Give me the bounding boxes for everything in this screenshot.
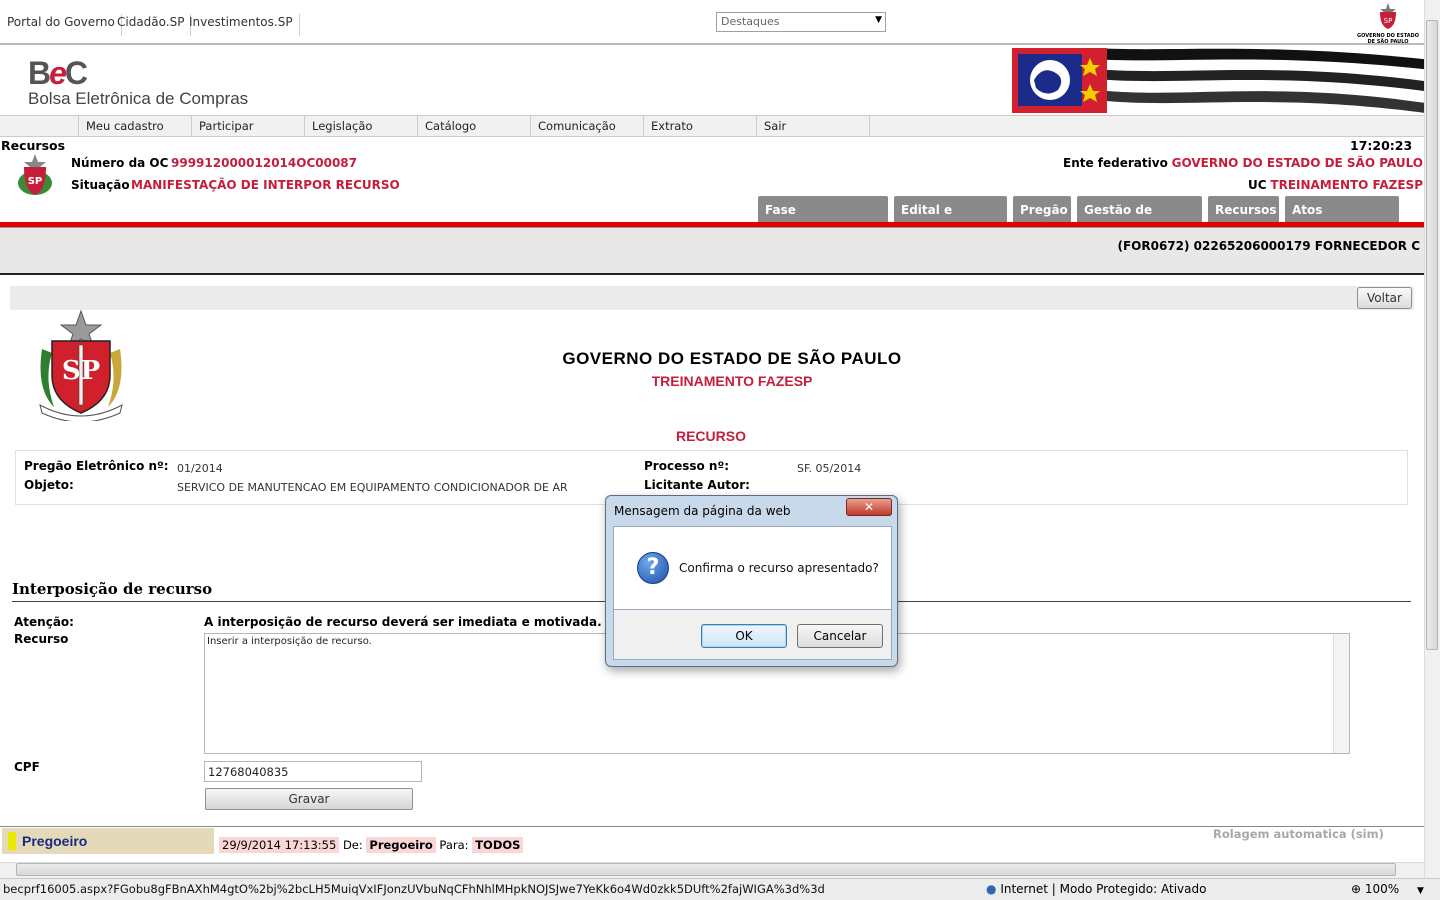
chat-timestamp: 29/9/2014 17:13:55 xyxy=(219,837,340,853)
portal-bar: Portal do Governo Cidadão.SP Investiment… xyxy=(0,0,1424,45)
menu-participar[interactable]: Participar xyxy=(191,116,304,137)
globe-icon: ● xyxy=(986,882,997,896)
ente-value: GOVERNO DO ESTADO DE SÃO PAULO xyxy=(1171,156,1423,170)
logo-b: B xyxy=(28,55,51,91)
svg-text:SP: SP xyxy=(28,176,43,187)
chat-de-value: Pregoeiro xyxy=(366,837,436,853)
chat-de-label: De: xyxy=(342,838,363,852)
menu-legislacao[interactable]: Legislação xyxy=(304,116,417,137)
sp-seal-icon: SP xyxy=(1380,3,1396,29)
gov-subtitle: TREINAMENTO FAZESP xyxy=(651,373,813,389)
tab-pregao[interactable]: Pregão xyxy=(1013,196,1071,222)
tab-fase-preparatoria[interactable]: Fase Preparatória xyxy=(758,196,888,245)
portal-link-cidadao[interactable]: Cidadão.SP xyxy=(117,14,192,36)
gov-logo-line2: DE SÃO PAULO xyxy=(1367,39,1409,45)
question-icon: ? xyxy=(637,552,669,584)
menu-sair[interactable]: Sair xyxy=(756,116,870,137)
gravar-button[interactable]: Gravar xyxy=(205,788,413,810)
objeto-value: SERVICO DE MANUTENCAO EM EQUIPAMENTO CON… xyxy=(177,481,568,494)
zoom-control[interactable]: ⊕ 100% ▼ xyxy=(1351,882,1424,896)
confirm-dialog: Mensagem da página da web ✕ ? Confirma o… xyxy=(605,495,898,667)
uc-label: UC xyxy=(1248,178,1267,192)
menu-extrato[interactable]: Extrato xyxy=(643,116,756,137)
user-bar: (FOR0672) 02265206000179 FORNECEDOR C xyxy=(0,227,1424,275)
atencao-value: A interposição de recurso deverá ser ime… xyxy=(204,615,602,629)
vertical-scroll-thumb[interactable] xyxy=(1426,20,1438,650)
ente-label: Ente federativo xyxy=(1063,156,1168,170)
horizontal-scroll-thumb[interactable] xyxy=(16,863,1396,876)
menu-meu-cadastro[interactable]: Meu cadastro xyxy=(78,116,191,137)
logo-e: e xyxy=(49,55,67,91)
cancel-button[interactable]: Cancelar xyxy=(797,624,883,648)
site-header: BeC Bolsa Eletrônica de Compras xyxy=(0,47,1424,115)
zoom-icon: ⊕ xyxy=(1351,882,1362,896)
dialog-title: Mensagem da página da web xyxy=(614,504,791,518)
menu-comunicacao[interactable]: Comunicação xyxy=(530,116,643,137)
processo-value: SF. 05/2014 xyxy=(797,462,862,475)
processo-label: Processo nº: xyxy=(644,459,730,473)
tab-recursos[interactable]: Recursos xyxy=(1208,196,1279,222)
portal-link-investimentos[interactable]: Investimentos.SP xyxy=(189,14,300,36)
destaques-select[interactable]: Destaques ▼ xyxy=(716,12,886,32)
section-title: Interposição de recurso xyxy=(12,580,213,598)
pregao-value: 01/2014 xyxy=(177,462,223,475)
security-zone: ● Internet | Modo Protegido: Ativado xyxy=(986,882,1206,896)
textarea-scrollbar[interactable] xyxy=(1333,634,1349,753)
cpf-label: CPF xyxy=(14,760,40,774)
status-indicator xyxy=(8,832,16,850)
tab-gestao-prazos[interactable]: Gestão de Prazos xyxy=(1077,196,1202,245)
main-menu: Meu cadastro Participar Legislação Catál… xyxy=(0,115,1424,137)
atencao-label: Atenção: xyxy=(14,615,74,629)
cpf-field[interactable]: 12768040835 xyxy=(204,761,422,782)
toolbar-strip xyxy=(10,286,1414,310)
objeto-label: Objeto: xyxy=(24,478,74,492)
licitante-label: Licitante Autor: xyxy=(644,478,750,492)
sp-seal-icon: SP xyxy=(16,153,54,197)
bec-logo[interactable]: BeC xyxy=(28,55,88,92)
recurso-label: Recurso xyxy=(14,632,69,646)
gov-title: GOVERNO DO ESTADO DE SÃO PAULO xyxy=(562,349,902,368)
portal-link-governo[interactable]: Portal do Governo xyxy=(7,14,122,36)
tab-atos-decisorios[interactable]: Atos Decisórios xyxy=(1285,196,1399,245)
menu-catalogo[interactable]: Catálogo xyxy=(417,116,530,137)
bec-name: Bolsa Eletrônica de Compras xyxy=(28,89,249,108)
chat-para-value: TODOS xyxy=(472,837,524,853)
browser-statusbar: becprf16005.aspx?FGobu8gFBnAXhM4gtO%2bj%… xyxy=(0,878,1440,900)
chat-para-label: Para: xyxy=(439,838,469,852)
uc-row: UC TREINAMENTO FAZESP xyxy=(1248,178,1423,192)
section-name: Recursos xyxy=(1,138,66,153)
status-url: becprf16005.aspx?FGobu8gFBnAXhM4gtO%2bj%… xyxy=(3,882,825,896)
situacao-value: MANIFESTAÇÃO DE INTERPOR RECURSO xyxy=(131,178,400,192)
situacao-label: Situação xyxy=(71,178,130,192)
pregao-label: Pregão Eletrônico nº: xyxy=(24,459,169,473)
clock: 17:20:23 xyxy=(1350,138,1413,153)
pregoeiro-tab[interactable]: Pregoeiro xyxy=(2,828,214,854)
chevron-down-icon: ▼ xyxy=(1417,886,1424,896)
logo-c: C xyxy=(64,55,88,91)
chevron-down-icon: ▼ xyxy=(875,15,882,25)
chat-message: 29/9/2014 17:13:55 De: Pregoeiro Para: T… xyxy=(219,837,524,853)
close-button[interactable]: ✕ xyxy=(846,498,892,516)
oc-label: Número da OC xyxy=(71,156,169,170)
tab-edital-anexos[interactable]: Edital e Anexos xyxy=(894,196,1007,245)
oc-value: 999912000012014OC00087 xyxy=(171,156,357,170)
chat-panel: Pregoeiro xyxy=(0,826,1424,862)
ok-button[interactable]: OK xyxy=(701,624,787,648)
ente-federativo: Ente federativo GOVERNO DO ESTADO DE SÃO… xyxy=(1063,156,1423,170)
security-zone-text: Internet | Modo Protegido: Ativado xyxy=(1000,882,1207,896)
dialog-message: Confirma o recurso apresentado? xyxy=(679,561,879,575)
pregoeiro-tab-label: Pregoeiro xyxy=(22,833,88,849)
auto-scroll-toggle[interactable]: Rolagem automatica (sim) xyxy=(1213,827,1384,841)
uc-value: TREINAMENTO FAZESP xyxy=(1270,178,1423,192)
svg-text:SP: SP xyxy=(1384,17,1393,25)
destaques-value: Destaques xyxy=(721,15,780,28)
voltar-button[interactable]: Voltar xyxy=(1357,287,1412,309)
sp-flag-banner xyxy=(1012,48,1424,113)
doc-title: RECURSO xyxy=(675,428,746,444)
recurso-text: Inserir a interposição de recurso. xyxy=(207,636,372,647)
user-identity: (FOR0672) 02265206000179 FORNECEDOR C xyxy=(1117,239,1420,253)
gov-logo-small: SP GOVERNO DO ESTADO DE SÃO PAULO xyxy=(1352,2,1424,45)
zoom-value: 100% xyxy=(1364,882,1400,896)
